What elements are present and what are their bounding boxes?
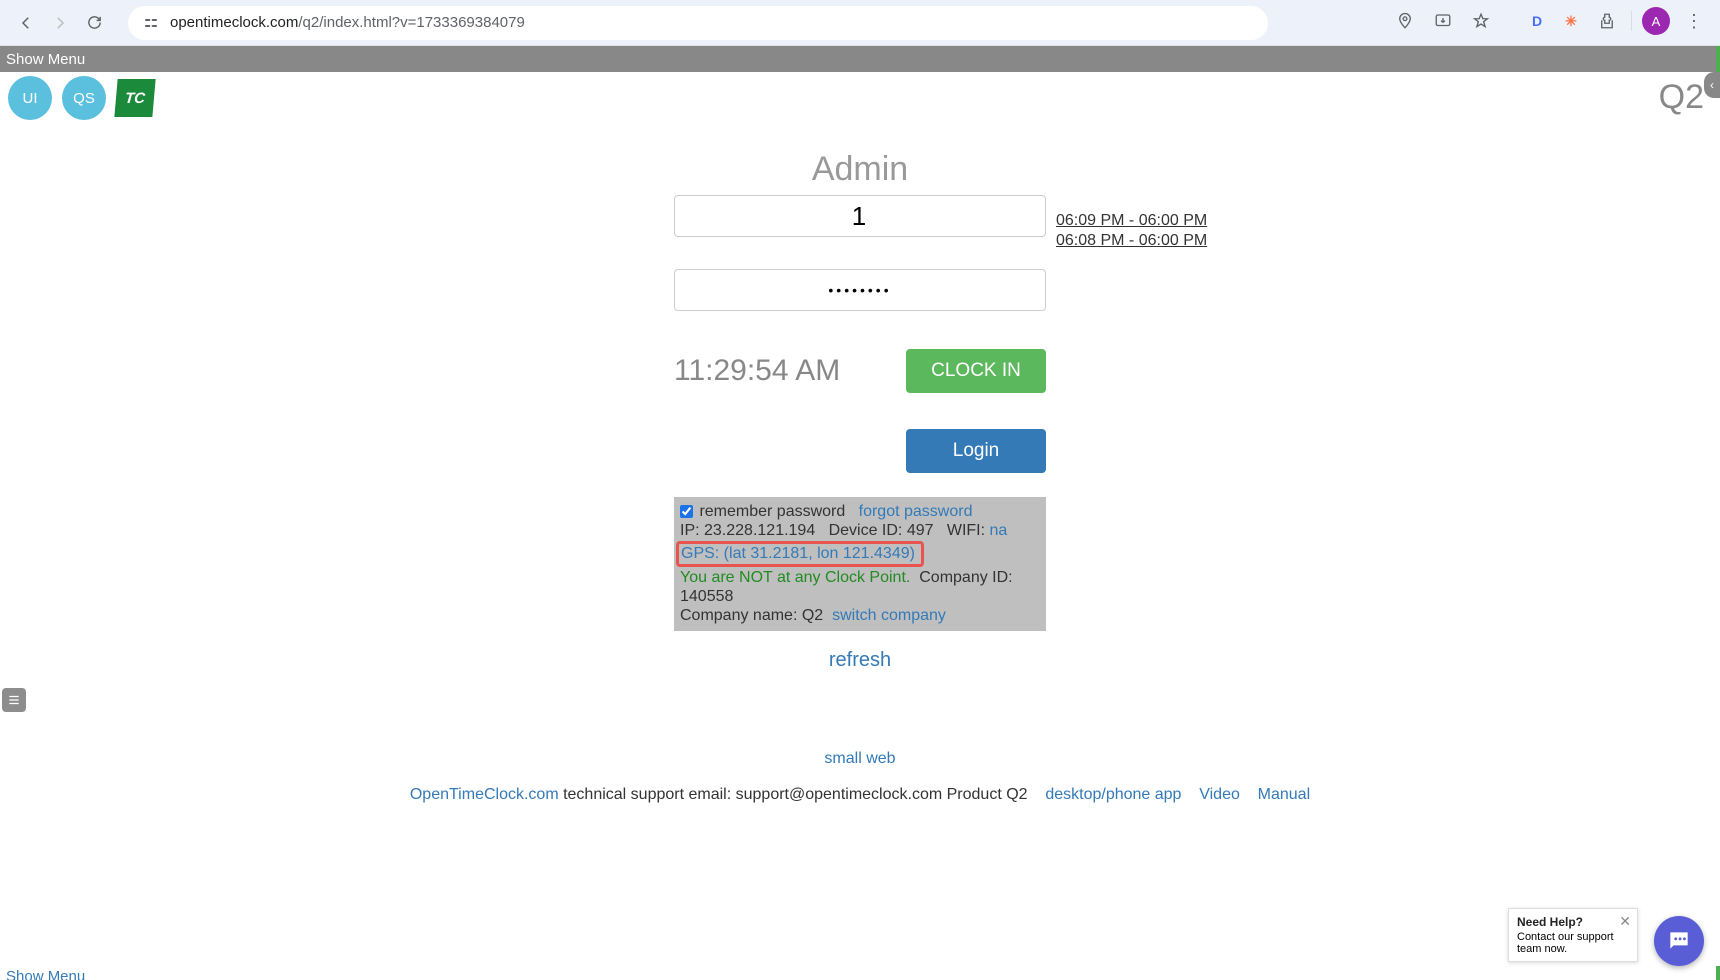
role-label: Admin [812, 150, 908, 189]
ip-label: IP: 23.228.121.194 [680, 522, 815, 539]
wifi-label: WIFI: [947, 522, 990, 539]
remember-password-label: remember password [695, 503, 845, 520]
bookmark-star-icon[interactable] [1467, 7, 1495, 35]
main-content: Admin 11:29:54 AM CLOCK IN Login 06:09 P… [0, 150, 1720, 804]
address-bar[interactable]: opentimeclock.com/q2/index.html?v=173336… [128, 6, 1268, 40]
footer-manual-link[interactable]: Manual [1258, 786, 1310, 803]
divider [1631, 11, 1632, 31]
location-icon[interactable] [1391, 7, 1419, 35]
remember-password-checkbox[interactable] [680, 505, 693, 518]
footer-video-link[interactable]: Video [1199, 786, 1240, 803]
badge-row: UI QS TC [0, 72, 1720, 124]
ui-badge[interactable]: UI [8, 76, 52, 120]
bottom-edge-indicator [1716, 966, 1720, 980]
extension-d-icon[interactable]: D [1525, 9, 1549, 33]
login-button[interactable]: Login [906, 429, 1046, 473]
clock-event-2[interactable]: 06:08 PM - 06:00 PM [1056, 232, 1207, 250]
qs-badge[interactable]: QS [62, 76, 106, 120]
company-name-label: Company name: Q2 [680, 607, 823, 624]
extensions-puzzle-icon[interactable] [1593, 7, 1621, 35]
url-text: opentimeclock.com/q2/index.html?v=173336… [170, 14, 525, 31]
back-button[interactable] [10, 7, 42, 39]
refresh-link[interactable]: refresh [829, 649, 891, 672]
install-app-icon[interactable] [1429, 7, 1457, 35]
clock-point-warning: You are NOT at any Clock Point. [680, 569, 910, 586]
forgot-password-link[interactable]: forgot password [859, 503, 973, 520]
help-close-icon[interactable]: ✕ [1619, 913, 1631, 930]
extension-2-icon[interactable]: ✳ [1559, 9, 1583, 33]
switch-company-link[interactable]: switch company [832, 607, 946, 624]
help-popover: ✕ Need Help? Contact our support team no… [1508, 908, 1638, 962]
small-web-link[interactable]: small web [824, 750, 895, 768]
side-panel-toggle[interactable]: ‹ [1704, 72, 1720, 98]
list-toggle-icon[interactable] [2, 688, 26, 712]
password-input[interactable] [674, 269, 1046, 311]
current-time-display: 11:29:54 AM [674, 354, 840, 388]
gps-link[interactable]: GPS: (lat 31.2181, lon 121.4349) [681, 545, 915, 562]
forward-button[interactable] [44, 7, 76, 39]
wifi-value-link[interactable]: na [990, 522, 1008, 539]
status-panel: remember password forgot password IP: 23… [674, 497, 1046, 631]
footer-home-link[interactable]: OpenTimeClock.com [410, 786, 559, 803]
username-input[interactable] [674, 195, 1046, 237]
footer-support-text: technical support email: support@opentim… [559, 786, 1028, 803]
reload-button[interactable] [78, 7, 110, 39]
app-logo-icon[interactable]: TC [114, 79, 155, 117]
chat-launcher-icon[interactable] [1654, 916, 1704, 966]
version-label: Q2 [1659, 78, 1704, 117]
recent-clock-events: 06:09 PM - 06:00 PM 06:08 PM - 06:00 PM [1056, 212, 1207, 252]
kebab-menu-icon[interactable]: ⋮ [1680, 7, 1708, 35]
clock-event-1[interactable]: 06:09 PM - 06:00 PM [1056, 212, 1207, 230]
device-id-label: Device ID: 497 [829, 522, 934, 539]
browser-toolbar: opentimeclock.com/q2/index.html?v=173336… [0, 0, 1720, 46]
app-menu-bar: Show Menu [0, 46, 1720, 72]
clock-in-button[interactable]: CLOCK IN [906, 349, 1046, 393]
profile-avatar[interactable]: A [1642, 7, 1670, 35]
help-title: Need Help? [1517, 915, 1629, 929]
show-menu-link[interactable]: Show Menu [6, 51, 85, 68]
site-settings-icon[interactable] [142, 14, 160, 32]
footer-desktop-app-link[interactable]: desktop/phone app [1045, 786, 1181, 803]
footer: OpenTimeClock.com technical support emai… [410, 786, 1310, 804]
edge-indicator [1716, 46, 1720, 72]
help-subtitle: Contact our support team now. [1517, 931, 1629, 955]
bottom-menu-peek[interactable]: Show Menu [0, 968, 1720, 980]
